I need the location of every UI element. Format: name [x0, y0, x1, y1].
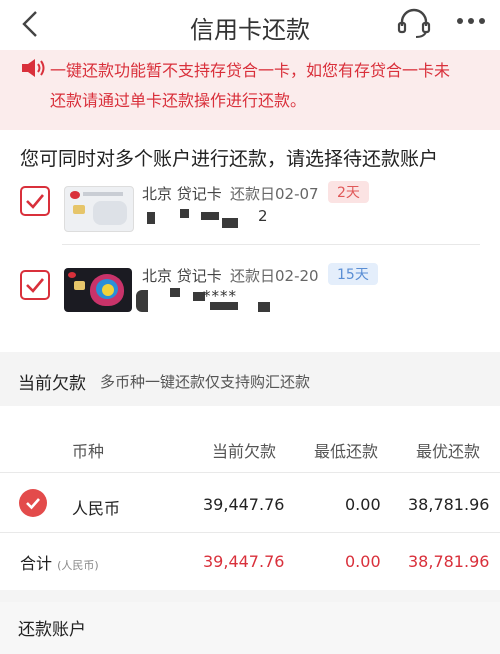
redaction-mask: [258, 302, 270, 312]
card-2-type: 贷记卡: [176, 267, 222, 285]
row-currency: 人民币: [72, 499, 121, 518]
repay-account-title: 还款账户: [18, 620, 86, 640]
total-label-text: 合计: [20, 554, 53, 573]
card-image-black: [64, 268, 132, 312]
redaction-mask: [147, 212, 155, 224]
redaction-mask: [201, 212, 219, 220]
total-label: 合计 (人民币): [20, 550, 99, 574]
redaction-mask: [222, 218, 238, 228]
card-2-days-badge: 15天: [328, 263, 378, 285]
card-2-number-masked: ****: [203, 287, 237, 305]
total-current-due: 39,447.76: [203, 552, 285, 571]
row-divider: [0, 472, 500, 473]
col-current-due: 当前欠款: [212, 442, 277, 461]
card-1-bank: 北京: [142, 185, 173, 203]
card-2-bank: 北京: [142, 267, 173, 285]
row-divider: [0, 532, 500, 533]
total-minimum-due: 0.00: [345, 552, 381, 571]
col-currency: 币种: [72, 442, 105, 461]
top-bar: 信用卡还款: [0, 0, 500, 50]
card-1-days-badge: 2天: [328, 181, 369, 203]
redaction-mask: [180, 209, 189, 218]
headset-icon[interactable]: [396, 6, 432, 40]
card-1-number-tail: 2: [258, 207, 269, 225]
card-checkbox-1[interactable]: [20, 186, 50, 216]
speaker-icon: [22, 59, 45, 77]
card-1-due-date: 还款日02-07: [230, 185, 319, 203]
card-checkbox-2[interactable]: [20, 270, 50, 300]
row-check-icon[interactable]: [19, 489, 47, 517]
card-2-name: 北京 贷记卡: [142, 265, 222, 286]
card-1-type: 贷记卡: [176, 185, 222, 203]
notice-text-line2: 还款请通过单卡还款操作进行还款。: [50, 91, 307, 110]
row-minimum-due: 0.00: [345, 495, 381, 514]
col-minimum-due: 最低还款: [314, 442, 379, 461]
card-1-name: 北京 贷记卡: [142, 183, 222, 204]
more-dots-icon[interactable]: [456, 17, 486, 25]
redaction-mask: [170, 288, 180, 297]
total-optimal-due: 38,781.96: [408, 552, 490, 571]
redaction-mask: [136, 290, 148, 312]
balance-subtitle: 多币种一键还款仅支持购汇还款: [100, 373, 311, 391]
total-unit: (人民币): [57, 559, 99, 572]
row-current-due: 39,447.76: [203, 495, 285, 514]
col-optimal-due: 最优还款: [416, 442, 481, 461]
notice-text-line1: 一键还款功能暂不支持存贷合一卡，如您有存贷合一卡未: [50, 61, 451, 80]
row-optimal-due: 38,781.96: [408, 495, 490, 514]
card-2-due-date: 还款日02-20: [230, 267, 319, 285]
section-gap: [0, 590, 500, 602]
balance-title: 当前欠款: [18, 374, 86, 394]
accounts-heading: 您可同时对多个账户进行还款，请选择待还款账户: [20, 148, 439, 170]
card-image-icbc: [64, 186, 134, 232]
card-divider: [62, 244, 480, 245]
